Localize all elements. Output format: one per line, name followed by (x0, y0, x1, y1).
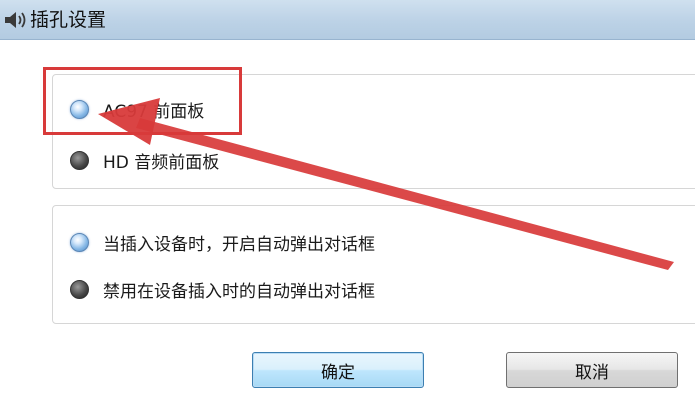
annotation-highlight-box (43, 67, 242, 135)
radio-option-hd-audio[interactable]: HD 音频前面板 (70, 145, 219, 175)
radio-label-disable-popup: 禁用在设备插入时的自动弹出对话框 (103, 281, 375, 302)
radio-button-unselected[interactable] (70, 150, 89, 170)
window-title: 插孔设置 (30, 9, 107, 31)
ok-button[interactable]: 确定 (252, 352, 424, 388)
radio-option-enable-popup[interactable]: 当插入设备时，开启自动弹出对话框 (70, 227, 375, 257)
speaker-icon (5, 12, 26, 28)
radio-label-hd-audio: HD 音频前面板 (103, 152, 220, 173)
popup-setting-group (52, 205, 695, 324)
title-bar: 插孔设置 (0, 0, 695, 40)
radio-button-unselected[interactable] (70, 279, 89, 299)
radio-option-disable-popup[interactable]: 禁用在设备插入时的自动弹出对话框 (70, 274, 375, 304)
cancel-button[interactable]: 取消 (506, 352, 678, 388)
radio-button-selected[interactable] (70, 232, 89, 252)
radio-label-enable-popup: 当插入设备时，开启自动弹出对话框 (103, 234, 375, 255)
